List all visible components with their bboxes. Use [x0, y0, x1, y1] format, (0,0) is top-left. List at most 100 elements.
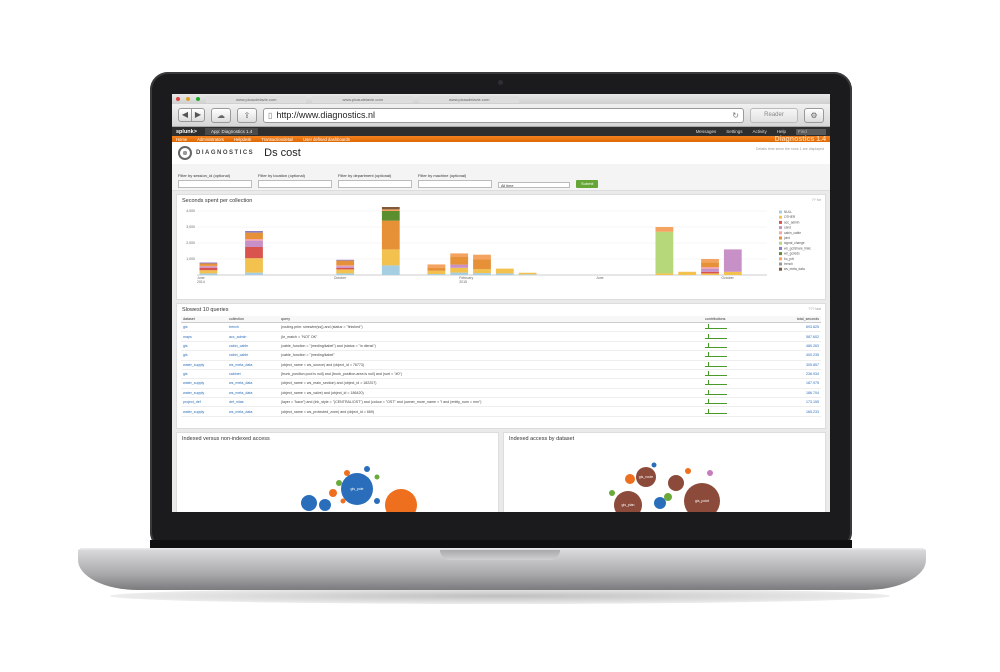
bar-segment — [199, 262, 218, 264]
filter-input[interactable] — [418, 180, 492, 188]
filter-bar: Filter by session_id (optional) Filter b… — [172, 164, 830, 191]
table-row[interactable]: maps acc_admin (kr_match = "NOT OK" 587.602 — [181, 331, 821, 342]
browser-tab[interactable]: www.picaudelavie.com — [418, 95, 520, 103]
splunk-logo[interactable]: splunk> — [176, 129, 197, 135]
y-tick-label: 2,000 — [186, 241, 195, 245]
bar-segment — [701, 259, 719, 263]
cell-total-seconds[interactable]: 236.934 — [777, 369, 821, 380]
cell-dataset[interactable]: water_supply — [181, 406, 227, 417]
cloud-icon[interactable]: ☁ — [211, 107, 231, 123]
bar-segment — [495, 268, 514, 274]
back-icon[interactable]: ◀ — [179, 109, 191, 121]
find-input[interactable]: Find — [796, 128, 826, 135]
cell-collection[interactable]: ws_meta_data — [227, 406, 279, 417]
legend-swatch — [779, 220, 782, 224]
cell-dataset[interactable]: water_supply — [181, 388, 227, 399]
bubble-label: gis_pole — [350, 487, 363, 491]
cell-total-seconds[interactable]: 187.975 — [777, 378, 821, 389]
cell-dataset[interactable]: project_def — [181, 397, 227, 408]
share-icon[interactable]: ⇪ — [237, 107, 257, 123]
close-window-icon[interactable] — [176, 97, 180, 101]
browser-tab[interactable]: www.picaudelavie.com — [312, 95, 413, 103]
bar-segment — [655, 273, 674, 275]
cell-total-seconds[interactable]: 186.704 — [777, 388, 821, 399]
cell-dataset[interactable]: water_supply — [181, 360, 227, 370]
cell-dataset[interactable]: water_supply — [181, 378, 227, 389]
url-bar[interactable]: ▯ http://www.diagnostics.nl ↻ — [263, 107, 744, 123]
bubble — [364, 466, 370, 472]
legend-label: acc_admin — [784, 220, 800, 224]
cell-total-seconds[interactable]: 480.263 — [777, 341, 821, 352]
cell-dataset[interactable]: gis — [181, 369, 227, 380]
reload-icon[interactable]: ↻ — [732, 111, 739, 120]
cell-collection[interactable]: ws_meta_data — [227, 360, 279, 370]
table-row[interactable]: gis trench {routing.prim: sinewire(ss)} an… — [181, 322, 821, 333]
diagnostics-logo-icon — [178, 146, 192, 160]
cell-contributions — [703, 322, 777, 333]
cell-collection[interactable]: def_mlas — [227, 397, 279, 408]
filter-input[interactable] — [178, 180, 252, 188]
cell-contributions — [703, 388, 777, 399]
chart-panel-link[interactable]: ?? for — [812, 198, 821, 202]
bar-segment — [723, 271, 742, 275]
filter-input[interactable] — [258, 180, 332, 188]
cell-dataset[interactable]: gis — [181, 322, 227, 333]
cell-collection[interactable]: cabinet — [227, 369, 279, 380]
browser-tab[interactable]: www.picaudelavie.com — [206, 95, 307, 103]
settings-menu[interactable]: Settings — [726, 129, 742, 135]
cell-total-seconds[interactable]: 587.602 — [777, 331, 821, 342]
messages-menu[interactable]: Messages — [696, 129, 717, 135]
table-panel-link[interactable]: ??? last — [808, 307, 821, 311]
cell-dataset[interactable]: maps — [181, 331, 227, 342]
sparkline — [705, 342, 727, 348]
cell-dataset[interactable]: gis — [181, 350, 227, 361]
cell-total-seconds[interactable]: 173.155 — [777, 397, 821, 408]
filter-session: Filter by session_id (optional) — [178, 173, 252, 188]
cell-collection[interactable]: acc_admin — [227, 331, 279, 342]
help-menu[interactable]: Help — [777, 129, 786, 135]
submit-button[interactable]: Submit — [576, 180, 599, 188]
settings-icon[interactable]: ⚙ — [804, 107, 824, 123]
slow-queries-table: dataset collection query contributions t… — [181, 316, 821, 417]
table-row[interactable]: gis cabinet {trunk_position.pool is null} … — [181, 369, 821, 380]
cell-dataset[interactable]: gis — [181, 341, 227, 352]
legend-swatch — [779, 246, 782, 250]
time-range-select[interactable]: All time — [498, 182, 570, 188]
app-menu[interactable]: App: Diagnostics 1.4 — [204, 128, 259, 135]
forward-icon[interactable]: ▶ — [191, 109, 204, 121]
bubble-label: gis_plan — [621, 503, 634, 507]
table-row[interactable]: water_supply ws_meta_data (object_name = w… — [181, 360, 821, 370]
cell-collection[interactable]: ws_meta_data — [227, 378, 279, 389]
cell-collection[interactable]: cabin_cable — [227, 341, 279, 352]
y-tick-label: 3,000 — [186, 225, 195, 229]
cell-collection[interactable]: ws_meta_data — [227, 388, 279, 399]
chart-title: Seconds spent per collection — [182, 198, 253, 204]
cell-total-seconds[interactable]: 400.235 — [777, 350, 821, 361]
cell-total-seconds[interactable]: 693.825 — [777, 322, 821, 333]
zoom-window-icon[interactable] — [196, 97, 200, 101]
cell-query: {routing.prim: sinewire(ss)} and (status… — [279, 322, 703, 333]
cell-total-seconds[interactable]: 305.857 — [777, 360, 821, 370]
filter-input[interactable] — [338, 180, 412, 188]
legend-label: ws_gcl/share_links — [784, 246, 811, 250]
laptop-notch — [440, 550, 560, 560]
bar-segment — [450, 253, 469, 257]
cell-total-seconds[interactable]: 165.233 — [777, 406, 821, 417]
table-row[interactable]: water_supply ws_meta_data (object_name = w… — [181, 388, 821, 399]
table-row[interactable]: water_supply ws_meta_data (object_name = w… — [181, 406, 821, 417]
table-row[interactable]: gis cabin_cable (cable_function = "(meding… — [181, 341, 821, 352]
bar-segment — [473, 254, 491, 260]
filter-label: Filter by location (optional) — [258, 173, 305, 178]
reader-button[interactable]: Reader — [750, 107, 798, 123]
cell-collection[interactable]: trench — [227, 322, 279, 333]
table-row[interactable]: project_def def_mlas (layer = "kace") and … — [181, 397, 821, 408]
cell-collection[interactable]: cabin_cable — [227, 350, 279, 361]
table-row[interactable]: gis cabin_cable (cable_function = "(meding… — [181, 350, 821, 361]
cell-contributions — [703, 350, 777, 361]
activity-menu[interactable]: Activity — [752, 129, 766, 135]
table-row[interactable]: water_supply ws_meta_data (object_name = w… — [181, 378, 821, 389]
bar-segment — [199, 267, 218, 271]
minimize-window-icon[interactable] — [186, 97, 190, 101]
bubble — [301, 495, 317, 511]
table-body: gis trench {routing.prim: sinewire(ss)} an… — [181, 322, 821, 417]
